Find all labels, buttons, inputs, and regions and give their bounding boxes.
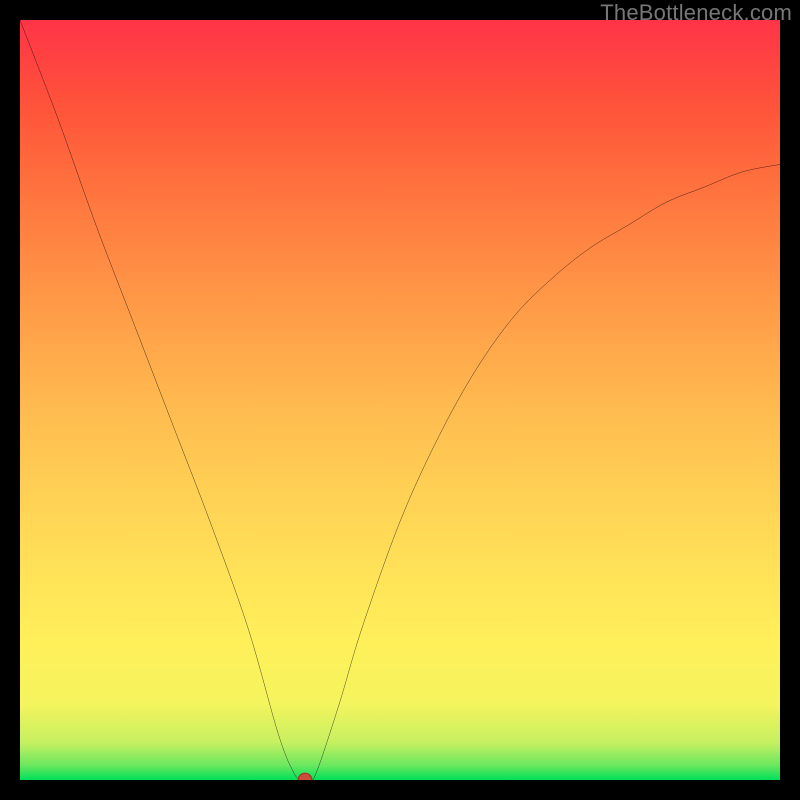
bottleneck-curve: [20, 20, 780, 780]
chart-frame: TheBottleneck.com: [0, 0, 800, 800]
watermark-text: TheBottleneck.com: [600, 0, 792, 26]
minimum-marker: [298, 773, 312, 780]
curve-svg: [20, 20, 780, 780]
plot-area: [20, 20, 780, 780]
